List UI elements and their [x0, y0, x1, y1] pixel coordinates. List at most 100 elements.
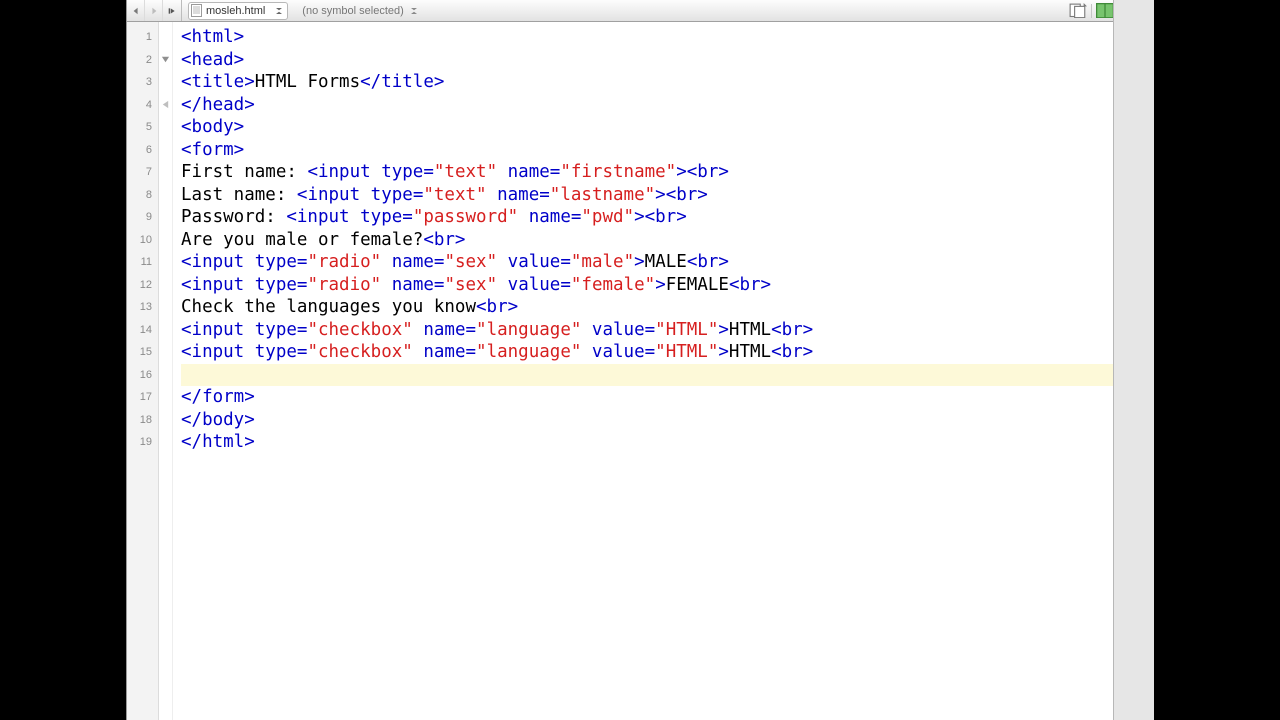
document-icon — [191, 4, 202, 17]
fold-cell[interactable] — [159, 319, 172, 342]
fold-cell[interactable] — [159, 161, 172, 184]
fold-cell[interactable] — [159, 26, 172, 49]
fold-cell[interactable] — [159, 94, 172, 117]
fold-cell[interactable] — [159, 184, 172, 207]
line-number: 3 — [127, 71, 158, 94]
code-line[interactable]: </html> — [181, 431, 1153, 454]
fold-open-icon — [161, 55, 170, 64]
token-attr: name= — [413, 342, 476, 362]
token-tag: > — [634, 252, 645, 272]
file-selector[interactable]: mosleh.html — [188, 2, 288, 20]
token-tag: > — [655, 275, 666, 295]
fold-cell[interactable] — [159, 251, 172, 274]
fold-cell[interactable] — [159, 274, 172, 297]
fold-cell[interactable] — [159, 116, 172, 139]
code-line[interactable]: <title>HTML Forms</title> — [181, 71, 1153, 94]
token-str: "sex" — [444, 252, 497, 272]
token-plain: Last name: — [181, 185, 297, 205]
code-line[interactable]: <body> — [181, 116, 1153, 139]
line-number: 11 — [127, 251, 158, 274]
fold-cell[interactable] — [159, 341, 172, 364]
symbol-selector[interactable]: (no symbol selected) — [298, 2, 422, 20]
token-str: "HTML" — [655, 320, 718, 340]
symbol-label: (no symbol selected) — [302, 5, 404, 17]
code-line[interactable]: Are you male or female?<br> — [181, 229, 1153, 252]
line-number: 15 — [127, 341, 158, 364]
token-str: "language" — [476, 342, 581, 362]
fold-cell[interactable] — [159, 49, 172, 72]
code-line[interactable]: <input type="radio" name="sex" value="ma… — [181, 251, 1153, 274]
token-str: "text" — [423, 185, 486, 205]
line-number: 19 — [127, 431, 158, 454]
token-str: "lastname" — [550, 185, 655, 205]
line-number: 5 — [127, 116, 158, 139]
token-tag: <input — [181, 275, 255, 295]
token-tag: <title> — [181, 72, 255, 92]
fold-cell[interactable] — [159, 386, 172, 409]
token-attr: value= — [497, 252, 571, 272]
line-number: 7 — [127, 161, 158, 184]
token-tag: <body> — [181, 117, 244, 137]
code-line[interactable]: First name: <input type="text" name="fir… — [181, 161, 1153, 184]
dropdown-icon — [275, 8, 283, 14]
token-plain: Check the languages you know — [181, 297, 476, 317]
editor-window: mosleh.html (no symbol selected) # — [126, 0, 1154, 720]
nav-forward-button[interactable] — [145, 0, 163, 21]
code-line[interactable]: <html> — [181, 26, 1153, 49]
line-number: 4 — [127, 94, 158, 117]
code-line[interactable]: <input type="radio" name="sex" value="fe… — [181, 274, 1153, 297]
line-number: 2 — [127, 49, 158, 72]
fold-cell[interactable] — [159, 409, 172, 432]
code-line[interactable]: <input type="checkbox" name="language" v… — [181, 341, 1153, 364]
token-str: "male" — [571, 252, 634, 272]
code-line[interactable] — [181, 364, 1153, 387]
code-line[interactable]: Check the languages you know<br> — [181, 296, 1153, 319]
token-tag: </title> — [360, 72, 444, 92]
dropdown-icon — [410, 8, 418, 14]
code-area[interactable]: <html><head><title>HTML Forms</title></h… — [173, 22, 1153, 720]
fold-cell[interactable] — [159, 364, 172, 387]
token-attr: type= — [255, 252, 308, 272]
split-view-button[interactable] — [1096, 3, 1114, 19]
path-toolbar: mosleh.html (no symbol selected) # — [127, 0, 1153, 22]
fold-cell[interactable] — [159, 71, 172, 94]
token-tag: </head> — [181, 95, 255, 115]
separator — [1091, 4, 1092, 18]
token-attr: value= — [497, 275, 571, 295]
counterpart-button[interactable] — [1069, 3, 1087, 19]
line-number: 18 — [127, 409, 158, 432]
code-line[interactable]: </body> — [181, 409, 1153, 432]
token-str: "HTML" — [655, 342, 718, 362]
token-attr: value= — [581, 342, 655, 362]
token-plain: Password: — [181, 207, 286, 227]
recent-files-button[interactable] — [163, 0, 181, 21]
token-attr: name= — [497, 162, 560, 182]
token-tag: </html> — [181, 432, 255, 452]
fold-cell[interactable] — [159, 431, 172, 454]
code-line[interactable]: </head> — [181, 94, 1153, 117]
token-attr: name= — [518, 207, 581, 227]
fold-cell[interactable] — [159, 139, 172, 162]
code-line[interactable]: <head> — [181, 49, 1153, 72]
code-editor[interactable]: 12345678910111213141516171819 <html><hea… — [127, 22, 1153, 720]
fold-cell[interactable] — [159, 296, 172, 319]
token-tag: > — [718, 342, 729, 362]
token-tag: <input — [307, 162, 381, 182]
token-tag: <input — [286, 207, 360, 227]
code-line[interactable]: Password: <input type="password" name="p… — [181, 206, 1153, 229]
token-attr: name= — [487, 185, 550, 205]
code-line[interactable]: <form> — [181, 139, 1153, 162]
code-line[interactable]: </form> — [181, 386, 1153, 409]
token-str: "radio" — [307, 275, 381, 295]
window-edge — [1113, 0, 1154, 720]
nav-back-button[interactable] — [127, 0, 145, 21]
fold-cell[interactable] — [159, 206, 172, 229]
code-line[interactable]: Last name: <input type="text" name="last… — [181, 184, 1153, 207]
token-tag: ><br> — [676, 162, 729, 182]
token-attr: name= — [381, 252, 444, 272]
token-str: "password" — [413, 207, 518, 227]
code-line[interactable]: <input type="checkbox" name="language" v… — [181, 319, 1153, 342]
line-number: 12 — [127, 274, 158, 297]
fold-cell[interactable] — [159, 229, 172, 252]
line-number: 8 — [127, 184, 158, 207]
